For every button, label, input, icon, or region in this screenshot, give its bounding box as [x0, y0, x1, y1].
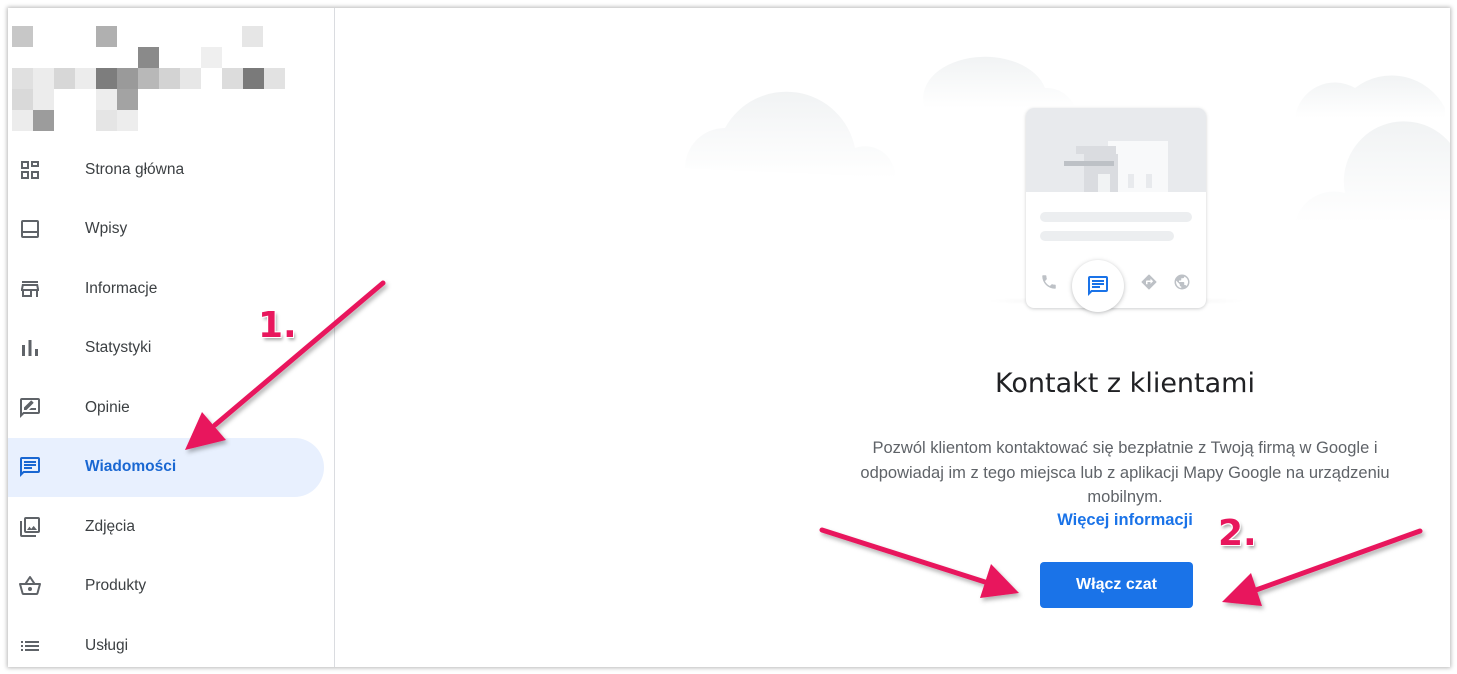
placeholder-line — [1040, 231, 1174, 241]
sidebar-item-reviews[interactable]: Opinie — [8, 378, 324, 438]
sidebar-item-label: Produkty — [85, 577, 147, 595]
page-description: Pozwól klientom kontaktować się bezpłatn… — [860, 439, 1390, 506]
app-window: Strona główna Wpisy Informacje Statystyk… — [8, 8, 1450, 667]
sidebar-item-products[interactable]: Produkty — [8, 557, 324, 617]
cloud-illustration — [685, 56, 1450, 223]
rate-review-icon — [18, 396, 42, 420]
sidebar-item-label: Informacje — [85, 279, 158, 297]
sidebar-item-messages[interactable]: Wiadomości — [8, 437, 324, 497]
enable-chat-button[interactable]: Włącz czat — [1040, 562, 1193, 608]
photo-library-icon — [18, 515, 42, 539]
annotation-step-1: 1. — [258, 305, 297, 346]
placeholder-line — [1040, 212, 1192, 222]
sidebar-item-label: Strona główna — [85, 160, 185, 178]
chat-icon — [18, 455, 42, 479]
sidebar-item-label: Opinie — [85, 398, 130, 416]
sidebar-item-label: Usługi — [85, 636, 129, 654]
bar-chart-icon — [18, 336, 42, 360]
page-title: Kontakt z klientami — [995, 368, 1255, 399]
sidebar-item-services[interactable]: Usługi — [8, 616, 324, 667]
list-icon — [18, 634, 42, 658]
main-content: Kontakt z klientami Pozwól klientom kont… — [335, 8, 1450, 667]
phone-icon — [1040, 273, 1058, 291]
sidebar-item-photos[interactable]: Zdjęcia — [8, 497, 324, 557]
directions-icon — [1140, 273, 1158, 291]
sidebar-item-label: Statystyki — [85, 339, 152, 357]
sidebar-item-label: Wiadomości — [85, 458, 177, 476]
annotation-step-2: 2. — [1218, 513, 1257, 554]
dashboard-icon — [18, 158, 42, 182]
basket-icon — [18, 574, 42, 598]
posts-icon — [18, 217, 42, 241]
storefront-illustration — [1026, 108, 1206, 192]
business-logo-pixelated — [12, 26, 292, 132]
sidebar-item-label: Wpisy — [85, 220, 128, 238]
sidebar-item-home[interactable]: Strona główna — [8, 140, 324, 200]
learn-more-link[interactable]: Więcej informacji — [835, 511, 1415, 530]
sidebar-item-posts[interactable]: Wpisy — [8, 200, 324, 260]
globe-icon — [1173, 273, 1191, 291]
chat-bubble-icon — [1072, 260, 1124, 312]
sidebar-item-label: Zdjęcia — [85, 517, 135, 535]
storefront-icon — [18, 277, 42, 301]
sidebar-nav: Strona główna Wpisy Informacje Statystyk… — [8, 140, 335, 667]
